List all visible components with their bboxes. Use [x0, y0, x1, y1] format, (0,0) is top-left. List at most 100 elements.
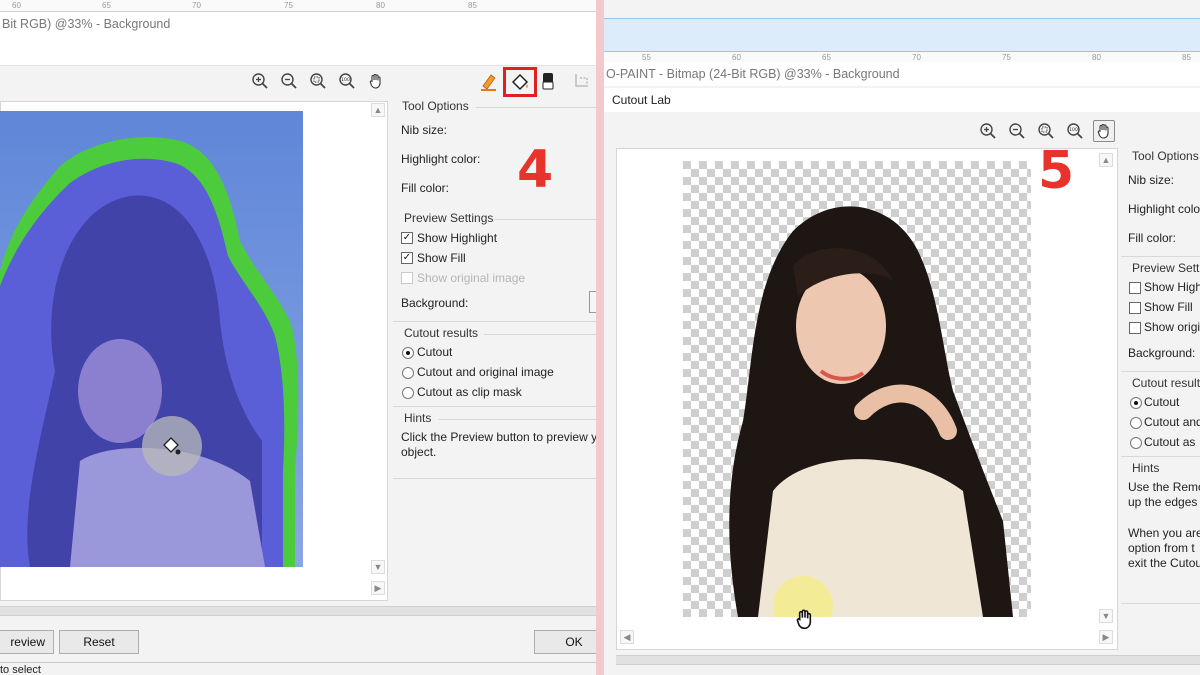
show-fill-label[interactable]: Show Fill — [1144, 300, 1193, 314]
show-original-checkbox — [401, 272, 413, 284]
cutout-as-radio[interactable] — [1130, 437, 1142, 449]
zoom-fit-icon[interactable] — [1035, 120, 1057, 142]
cutout-label[interactable]: Cutout — [417, 345, 452, 359]
horizontal-scrollbar[interactable] — [0, 606, 596, 616]
zoom-in-icon[interactable] — [249, 70, 271, 92]
hint-line: up the edges — [1128, 495, 1198, 509]
step-number-4: 4 — [517, 140, 554, 200]
svg-text:100: 100 — [341, 77, 350, 83]
background-label: Background: — [1128, 346, 1196, 360]
scroll-down-icon[interactable]: ▼ — [1099, 609, 1113, 623]
scroll-left-icon[interactable]: ◀ — [620, 630, 634, 644]
zoom-100-icon[interactable]: 100 — [1064, 120, 1086, 142]
tool-options-title: Tool Options — [1132, 149, 1199, 163]
background-color-picker[interactable] — [589, 291, 596, 313]
background-label: Background: — [401, 296, 469, 310]
top-ruler: 60 65 70 75 80 85 — [0, 0, 596, 12]
scroll-right-icon[interactable]: ▶ — [371, 581, 385, 595]
highlight-color-label: Highlight colo — [1128, 202, 1200, 216]
preview-settings-title: Preview Setti — [1132, 261, 1200, 275]
show-original-label[interactable]: Show origi — [1144, 320, 1200, 334]
show-original-checkbox[interactable] — [1129, 322, 1141, 334]
crop-cutout-icon[interactable] — [572, 72, 592, 90]
cutout-and-label[interactable]: Cutout and — [1144, 415, 1200, 429]
cutout-and-original-label[interactable]: Cutout and original image — [417, 365, 554, 379]
cutout-clip-mask-radio[interactable] — [402, 387, 414, 399]
reset-button[interactable]: Reset — [59, 630, 139, 654]
divider — [393, 406, 596, 407]
window-title: Bit RGB) @33% - Background — [0, 12, 596, 36]
divider — [476, 107, 596, 108]
cutout-photo[interactable] — [683, 161, 1031, 617]
cutout-results-title: Cutout results — [404, 326, 479, 340]
pan-hand-cursor-icon — [793, 607, 817, 633]
cutout-result-image — [683, 161, 1031, 617]
svg-text:100: 100 — [1069, 127, 1078, 133]
paint-bucket-icon — [511, 73, 529, 91]
show-highlight-label[interactable]: Show High — [1144, 280, 1200, 294]
hint-line: Click the Preview button to preview y — [401, 430, 596, 444]
scroll-right-icon[interactable]: ▶ — [1099, 630, 1113, 644]
show-highlight-checkbox[interactable] — [1129, 282, 1141, 294]
divider — [1121, 256, 1200, 257]
divider — [0, 662, 596, 663]
hint-line: object. — [401, 445, 437, 459]
zoom-toolbar: 100 — [977, 120, 1115, 142]
pan-hand-icon[interactable] — [365, 70, 387, 92]
right-cutout-lab-panel: 55 60 65 70 75 80 85 O-PAINT - Bitmap (2… — [604, 0, 1200, 675]
cutout-clip-mask-label[interactable]: Cutout as clip mask — [417, 385, 522, 399]
fill-tool-button-highlighted[interactable] — [503, 67, 537, 97]
photo-highlight-fill — [0, 111, 303, 567]
left-cutout-lab-panel: 60 65 70 75 80 85 Bit RGB) @33% - Backgr… — [0, 0, 596, 675]
zoom-out-icon[interactable] — [278, 70, 300, 92]
ok-button[interactable]: OK — [534, 630, 596, 654]
step-number-5: 5 — [1038, 141, 1075, 201]
show-highlight-checkbox[interactable]: ✓ — [401, 232, 413, 244]
hints-title: Hints — [404, 411, 432, 425]
zoom-100-icon[interactable]: 100 — [336, 70, 358, 92]
eraser-icon[interactable] — [541, 72, 555, 90]
cutout-results-title: Cutout result — [1132, 376, 1200, 390]
pan-hand-icon[interactable] — [1093, 120, 1115, 142]
show-fill-checkbox[interactable] — [1129, 302, 1141, 314]
title-spacer — [0, 36, 596, 66]
zoom-fit-icon[interactable] — [307, 70, 329, 92]
preview-button[interactable]: review — [0, 630, 54, 654]
divider — [393, 321, 596, 322]
cutout-and-original-radio[interactable] — [402, 367, 414, 379]
show-fill-checkbox[interactable]: ✓ — [401, 252, 413, 264]
fill-color-label: Fill color: — [1128, 231, 1177, 245]
divider — [495, 219, 596, 220]
cutout-label[interactable]: Cutout — [1144, 395, 1179, 409]
status-bar-text: to select — [0, 664, 41, 675]
highlighted-photo[interactable] — [0, 111, 303, 567]
divider — [1121, 603, 1200, 604]
hint-line: When you are — [1128, 526, 1200, 540]
cutout-radio[interactable] — [402, 347, 414, 359]
zoom-toolbar: 100 — [249, 70, 387, 92]
cutout-as-label[interactable]: Cutout as — [1144, 435, 1195, 449]
divider — [1121, 456, 1200, 457]
show-fill-label[interactable]: Show Fill — [417, 251, 466, 265]
nib-size-label: Nib size: — [401, 123, 448, 137]
zoom-out-icon[interactable] — [1006, 120, 1028, 142]
divider — [484, 334, 596, 335]
cutout-radio[interactable] — [1130, 397, 1142, 409]
scroll-up-icon[interactable]: ▲ — [1099, 153, 1113, 167]
scroll-up-icon[interactable]: ▲ — [371, 103, 385, 117]
panel-divider — [596, 0, 604, 675]
highlighter-icon[interactable] — [478, 70, 500, 92]
divider — [1121, 371, 1200, 372]
show-original-label: Show original image — [417, 271, 526, 285]
zoom-in-icon[interactable] — [977, 120, 999, 142]
selected-region-strip — [604, 18, 1200, 52]
top-strip — [604, 0, 1200, 18]
hints-title: Hints — [1132, 461, 1160, 475]
show-highlight-label[interactable]: Show Highlight — [417, 231, 497, 245]
scroll-down-icon[interactable]: ▼ — [371, 560, 385, 574]
cutout-and-radio[interactable] — [1130, 417, 1142, 429]
window-title: O-PAINT - Bitmap (24-Bit RGB) @33% - Bac… — [604, 62, 1200, 86]
hint-line: option from t — [1128, 541, 1195, 555]
divider — [438, 419, 596, 420]
horizontal-scrollbar[interactable] — [616, 655, 1200, 665]
